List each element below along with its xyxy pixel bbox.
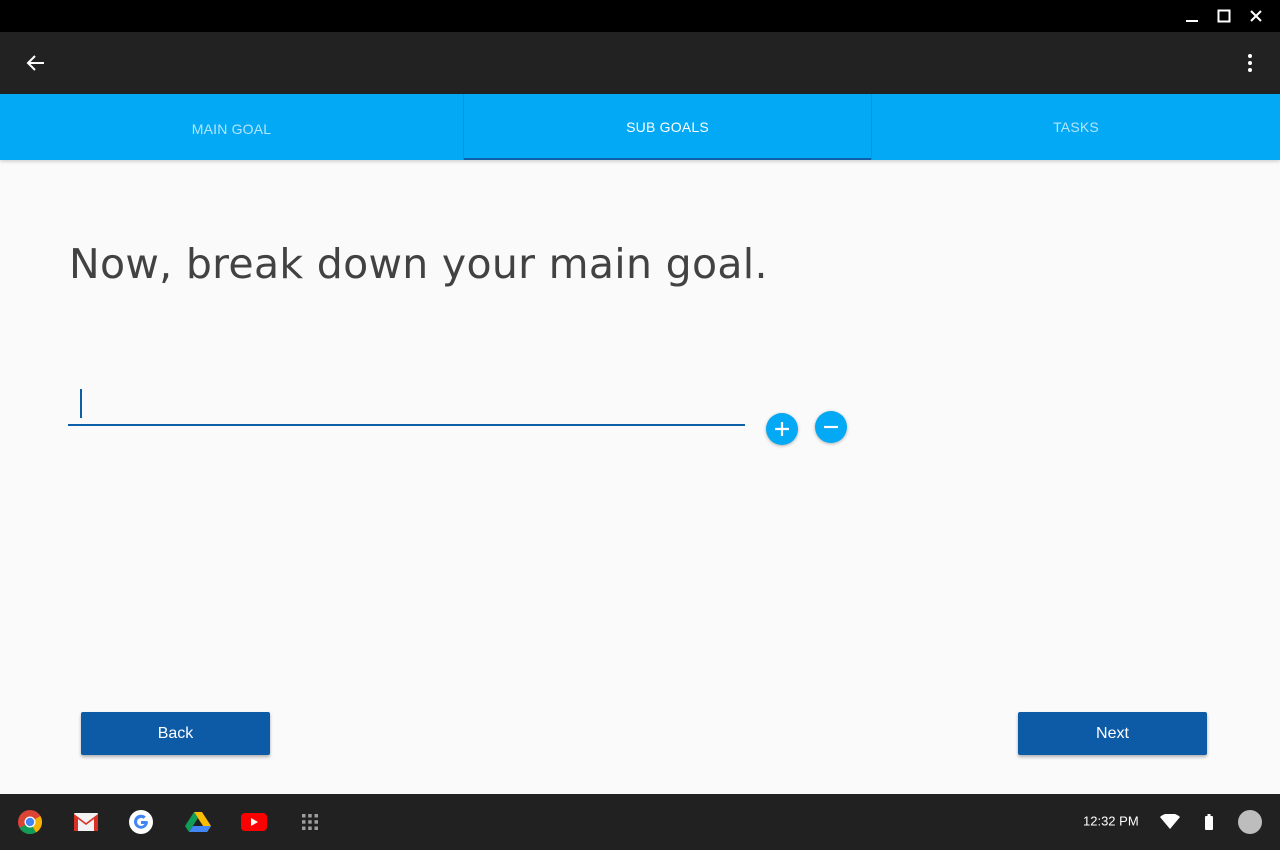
app-bar bbox=[0, 32, 1280, 94]
chrome-icon[interactable] bbox=[12, 804, 48, 840]
subgoal-input[interactable] bbox=[68, 380, 745, 426]
avatar[interactable] bbox=[1238, 810, 1262, 834]
tab-selected-indicator bbox=[464, 158, 871, 160]
window-titlebar bbox=[0, 0, 1280, 32]
page-heading: Now, break down your main goal. bbox=[69, 240, 768, 288]
next-button-label: Next bbox=[1096, 724, 1129, 742]
plus-circle-icon bbox=[775, 422, 789, 436]
tab-label: TASKS bbox=[1053, 119, 1099, 135]
tab-sub-goals[interactable]: SUB GOALS bbox=[463, 94, 872, 160]
arrow-left-icon[interactable] bbox=[16, 43, 56, 83]
remove-subgoal-button[interactable] bbox=[815, 411, 847, 443]
tab-label: MAIN GOAL bbox=[191, 120, 272, 137]
tab-main-goal[interactable]: MAIN GOAL bbox=[0, 94, 463, 160]
back-button[interactable]: Back bbox=[81, 712, 270, 755]
tab-label: SUB GOALS bbox=[626, 119, 709, 135]
maximize-icon[interactable] bbox=[1208, 0, 1240, 32]
tab-tasks[interactable]: TASKS bbox=[872, 94, 1280, 160]
minus-circle-icon bbox=[824, 425, 838, 429]
close-icon[interactable] bbox=[1240, 0, 1272, 32]
minimize-icon[interactable] bbox=[1176, 0, 1208, 32]
app-launcher-icon[interactable] bbox=[292, 804, 328, 840]
text-cursor bbox=[80, 389, 82, 418]
wifi-icon[interactable] bbox=[1158, 810, 1182, 834]
next-button[interactable]: Next bbox=[1018, 712, 1207, 755]
youtube-icon[interactable] bbox=[236, 804, 272, 840]
battery-icon[interactable] bbox=[1202, 810, 1216, 834]
more-vertical-icon[interactable] bbox=[1230, 43, 1270, 83]
google-icon[interactable] bbox=[123, 804, 159, 840]
drive-icon[interactable] bbox=[180, 804, 216, 840]
system-clock[interactable]: 12:32 PM bbox=[1083, 814, 1139, 829]
tab-bar: MAIN GOAL SUB GOALS TASKS bbox=[0, 94, 1280, 160]
gmail-icon[interactable] bbox=[68, 804, 104, 840]
add-subgoal-button[interactable] bbox=[766, 413, 798, 445]
back-button-label: Back bbox=[157, 724, 194, 742]
